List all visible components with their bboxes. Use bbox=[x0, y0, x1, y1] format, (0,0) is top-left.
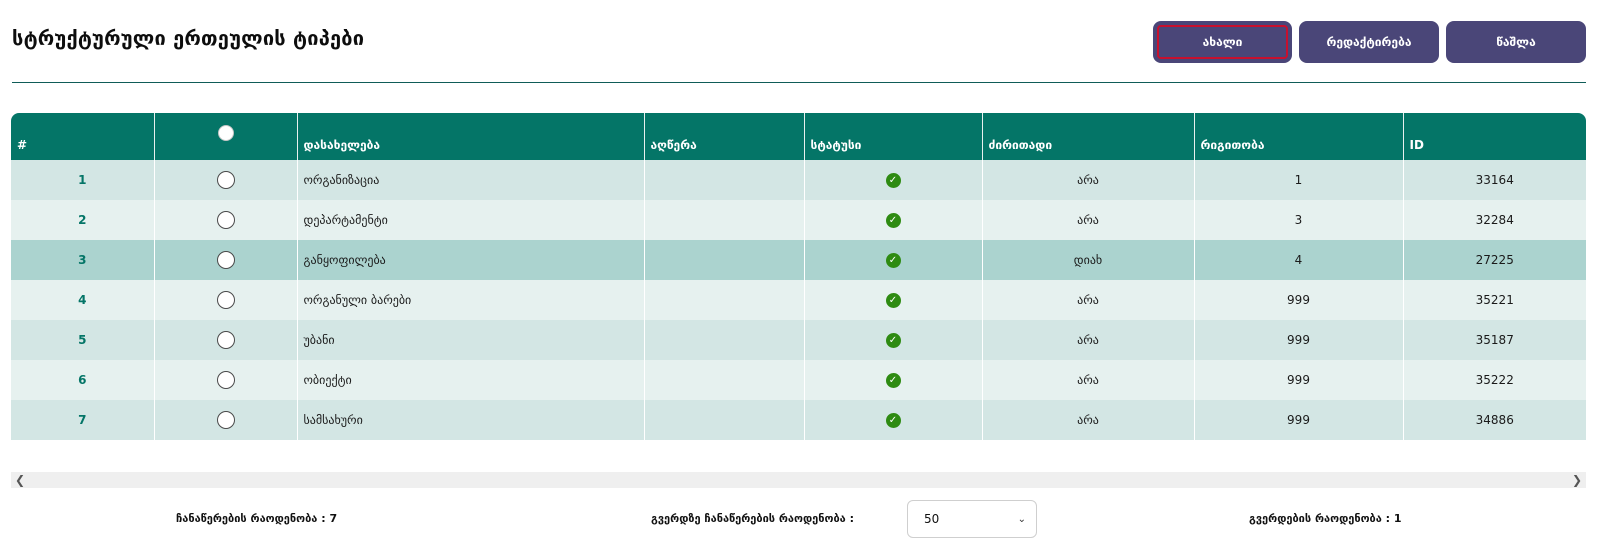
row-main: არა bbox=[982, 400, 1195, 440]
row-order: 999 bbox=[1194, 320, 1404, 360]
row-main: არა bbox=[982, 200, 1195, 240]
row-main: არა bbox=[982, 160, 1195, 200]
per-page-value: 50 bbox=[924, 512, 940, 526]
row-name: ობიექტი bbox=[297, 360, 645, 400]
row-id: 27225 bbox=[1403, 240, 1586, 280]
row-select-radio[interactable] bbox=[216, 171, 235, 189]
toolbar: ახალი რედაქტირება წაშლა bbox=[1153, 21, 1586, 63]
table-row[interactable]: 3 განყოფილება ✓ დიახ 4 27225 bbox=[11, 240, 1586, 280]
row-number: 5 bbox=[11, 320, 155, 360]
row-order: 999 bbox=[1194, 280, 1404, 320]
row-main: არა bbox=[982, 360, 1195, 400]
col-id[interactable]: ID bbox=[1403, 113, 1586, 160]
status-check-icon: ✓ bbox=[885, 412, 901, 428]
row-select-radio[interactable] bbox=[216, 291, 235, 309]
status-check-icon: ✓ bbox=[885, 372, 901, 388]
row-name: სამსახური bbox=[297, 400, 645, 440]
row-name: ორგანიზაცია bbox=[297, 160, 645, 200]
row-order: 1 bbox=[1194, 160, 1404, 200]
row-main: არა bbox=[982, 280, 1195, 320]
row-name: განყოფილება bbox=[297, 240, 645, 280]
types-table: # დასახელება აღწერა სტატუსი ძირითადი რიგ… bbox=[11, 113, 1586, 440]
title-divider bbox=[12, 82, 1586, 83]
row-description bbox=[644, 160, 805, 200]
table-row[interactable]: 4 ორგანული ბარები ✓ არა 999 35221 bbox=[11, 280, 1586, 320]
scroll-left-icon[interactable]: ❮ bbox=[15, 473, 25, 487]
status-check-icon: ✓ bbox=[885, 292, 901, 308]
row-id: 35187 bbox=[1403, 320, 1586, 360]
row-number: 7 bbox=[11, 400, 155, 440]
row-select-radio[interactable] bbox=[216, 411, 235, 429]
row-description bbox=[644, 200, 805, 240]
status-check-icon: ✓ bbox=[885, 332, 901, 348]
row-description bbox=[644, 360, 805, 400]
row-id: 35222 bbox=[1403, 360, 1586, 400]
row-number: 2 bbox=[11, 200, 155, 240]
row-description bbox=[644, 240, 805, 280]
table-row[interactable]: 5 უბანი ✓ არა 999 35187 bbox=[11, 320, 1586, 360]
page-title: სტრუქტურული ერთეულის ტიპები bbox=[12, 26, 365, 50]
table-header-row: # დასახელება აღწერა სტატუსი ძირითადი რიგ… bbox=[11, 113, 1586, 160]
table-row[interactable]: 7 სამსახური ✓ არა 999 34886 bbox=[11, 400, 1586, 440]
per-page-select[interactable]: 50 ⌄ bbox=[907, 500, 1037, 538]
status-check-icon: ✓ bbox=[885, 252, 901, 268]
row-order: 999 bbox=[1194, 400, 1404, 440]
table-row[interactable]: 2 დეპარტამენტი ✓ არა 3 32284 bbox=[11, 200, 1586, 240]
total-records: ჩანაწერების რაოდენობა : 7 bbox=[176, 512, 338, 525]
row-main: არა bbox=[982, 320, 1195, 360]
row-order: 3 bbox=[1194, 200, 1404, 240]
chevron-down-icon: ⌄ bbox=[1017, 513, 1026, 525]
row-description bbox=[644, 280, 805, 320]
pagination-footer: ჩანაწერების რაოდენობა : 7 გვერდზე ჩანაწე… bbox=[0, 500, 1606, 540]
row-name: უბანი bbox=[297, 320, 645, 360]
row-id: 35221 bbox=[1403, 280, 1586, 320]
row-description bbox=[644, 400, 805, 440]
row-main: დიახ bbox=[982, 240, 1195, 280]
row-order: 999 bbox=[1194, 360, 1404, 400]
row-number: 1 bbox=[11, 160, 155, 200]
row-description bbox=[644, 320, 805, 360]
col-name[interactable]: დასახელება bbox=[297, 113, 645, 160]
delete-button[interactable]: წაშლა bbox=[1446, 21, 1586, 63]
row-name: ორგანული ბარები bbox=[297, 280, 645, 320]
col-order[interactable]: რიგითობა bbox=[1194, 113, 1404, 160]
row-select-radio[interactable] bbox=[216, 251, 235, 269]
horizontal-scrollbar[interactable]: ❮ ❯ bbox=[11, 472, 1586, 488]
row-number: 3 bbox=[11, 240, 155, 280]
row-select-radio[interactable] bbox=[216, 211, 235, 229]
row-id: 34886 bbox=[1403, 400, 1586, 440]
col-status[interactable]: სტატუსი bbox=[804, 113, 983, 160]
row-select-radio[interactable] bbox=[216, 331, 235, 349]
row-number: 4 bbox=[11, 280, 155, 320]
row-id: 33164 bbox=[1403, 160, 1586, 200]
status-check-icon: ✓ bbox=[885, 172, 901, 188]
table-row[interactable]: 1 ორგანიზაცია ✓ არა 1 33164 bbox=[11, 160, 1586, 200]
row-number: 6 bbox=[11, 360, 155, 400]
col-description[interactable]: აღწერა bbox=[644, 113, 805, 160]
status-check-icon: ✓ bbox=[885, 212, 901, 228]
scroll-right-icon[interactable]: ❯ bbox=[1572, 473, 1582, 487]
col-select[interactable] bbox=[154, 113, 298, 160]
row-select-radio[interactable] bbox=[216, 371, 235, 389]
col-number[interactable]: # bbox=[11, 113, 155, 160]
table-row[interactable]: 6 ობიექტი ✓ არა 999 35222 bbox=[11, 360, 1586, 400]
new-button[interactable]: ახალი bbox=[1153, 21, 1292, 63]
select-all-radio[interactable] bbox=[217, 124, 234, 141]
row-name: დეპარტამენტი bbox=[297, 200, 645, 240]
row-order: 4 bbox=[1194, 240, 1404, 280]
per-page-label: გვერდზე ჩანაწერების რაოდენობა : bbox=[651, 512, 854, 525]
col-main[interactable]: ძირითადი bbox=[982, 113, 1195, 160]
row-id: 32284 bbox=[1403, 200, 1586, 240]
edit-button[interactable]: რედაქტირება bbox=[1299, 21, 1439, 63]
pages-count: გვერდების რაოდენობა : 1 bbox=[1249, 512, 1402, 525]
